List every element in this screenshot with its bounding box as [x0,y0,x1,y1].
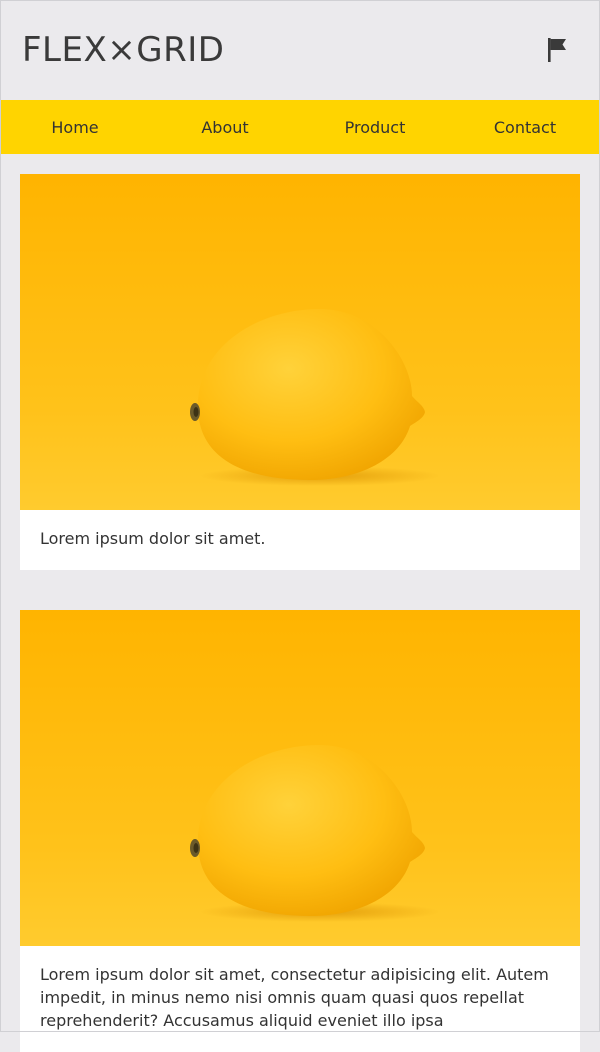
site-header: FLEX×GRID [0,0,600,100]
nav-item-home[interactable]: Home [0,118,150,137]
card: Lorem ipsum dolor sit amet, consectetur … [20,610,580,1052]
card-text: Lorem ipsum dolor sit amet, consectetur … [40,965,549,1030]
main-nav: Home About Product Contact [0,100,600,154]
nav-item-contact[interactable]: Contact [450,118,600,137]
card-image [20,174,580,510]
lemon-photo [20,174,580,510]
lemon-photo [20,610,580,946]
site-logo[interactable]: FLEX×GRID [22,30,224,70]
nav-item-about[interactable]: About [150,118,300,137]
nav-item-product[interactable]: Product [300,118,450,137]
card-image [20,610,580,946]
card: Lorem ipsum dolor sit amet. [20,174,580,570]
card-list: Lorem ipsum dolor sit amet. Lorem ipsum … [0,154,600,1052]
flag-icon[interactable] [546,36,568,64]
card-text: Lorem ipsum dolor sit amet. [40,529,266,548]
